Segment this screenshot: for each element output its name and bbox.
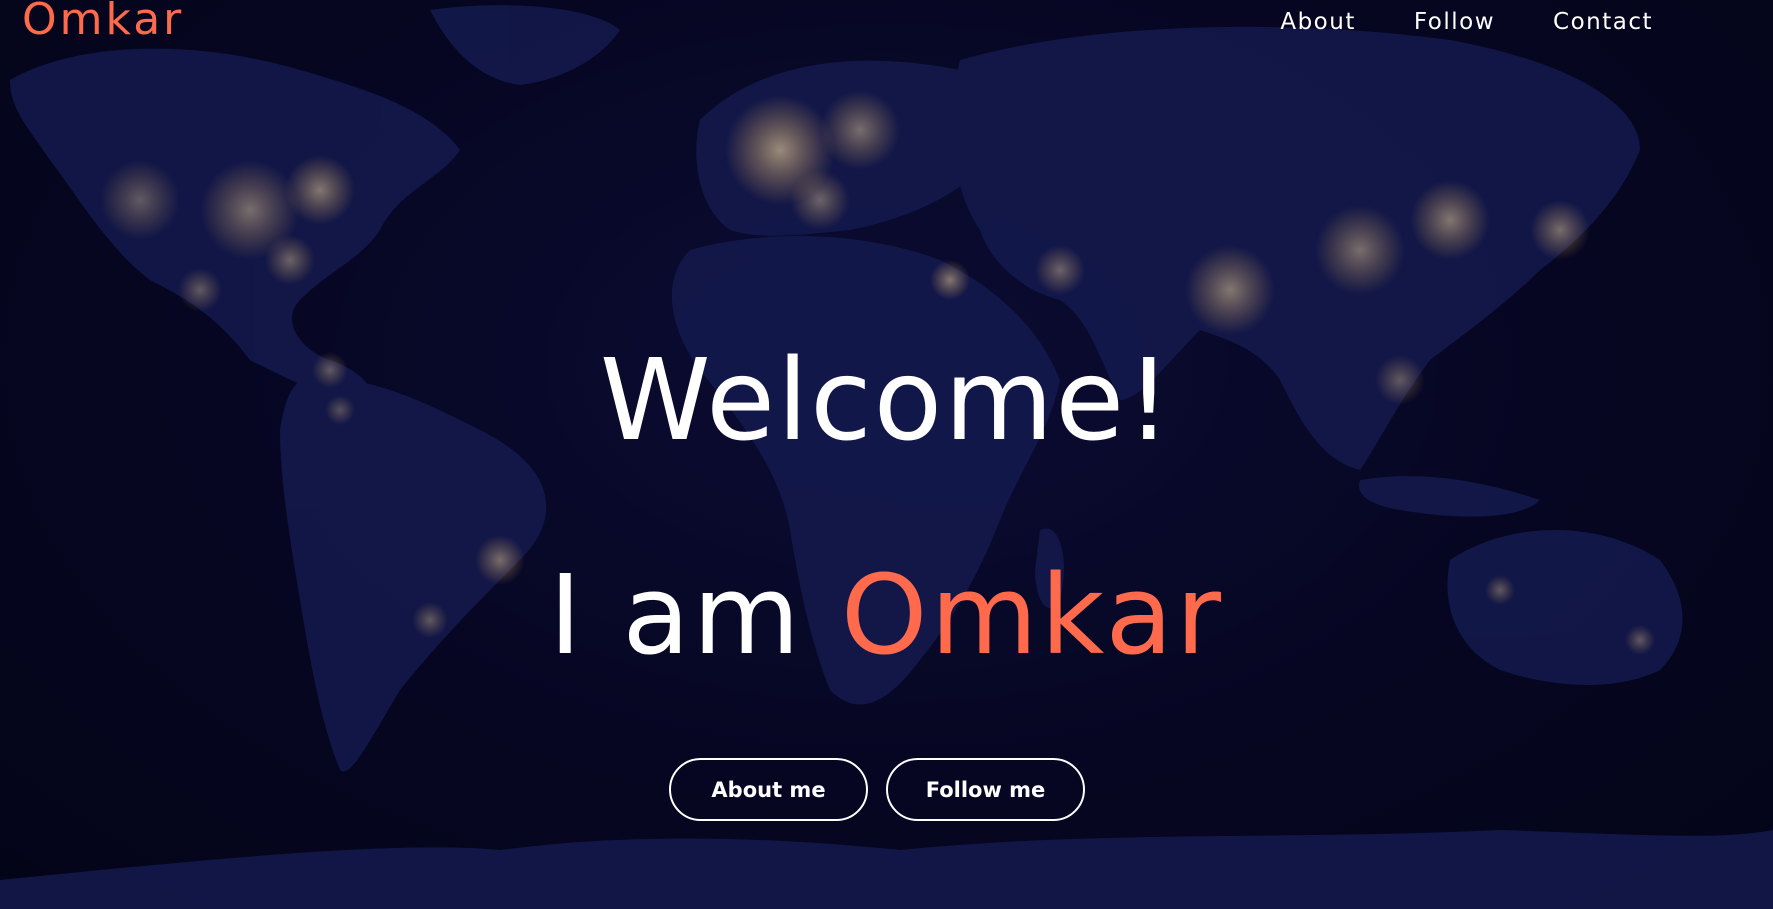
cta-buttons: About me Follow me: [669, 758, 1085, 821]
about-me-button[interactable]: About me: [669, 758, 868, 821]
follow-me-button[interactable]: Follow me: [886, 758, 1085, 821]
nav-link-follow[interactable]: Follow: [1414, 9, 1495, 35]
nav-links: About Follow Contact: [1280, 9, 1653, 35]
continent-antarctica: [0, 830, 1773, 909]
intro-heading: I am Omkar: [0, 560, 1773, 670]
intro-prefix: I am: [548, 551, 841, 679]
site-logo[interactable]: Omkar: [22, 0, 184, 42]
nav-link-about[interactable]: About: [1280, 9, 1356, 35]
intro-name: Omkar: [840, 551, 1225, 679]
nav-link-contact[interactable]: Contact: [1553, 9, 1653, 35]
page: Omkar About Follow Contact Welcome! I am…: [0, 0, 1773, 909]
top-navigation: Omkar About Follow Contact: [0, 0, 1773, 44]
continent-indonesia: [1359, 476, 1540, 517]
welcome-heading: Welcome!: [599, 336, 1174, 466]
